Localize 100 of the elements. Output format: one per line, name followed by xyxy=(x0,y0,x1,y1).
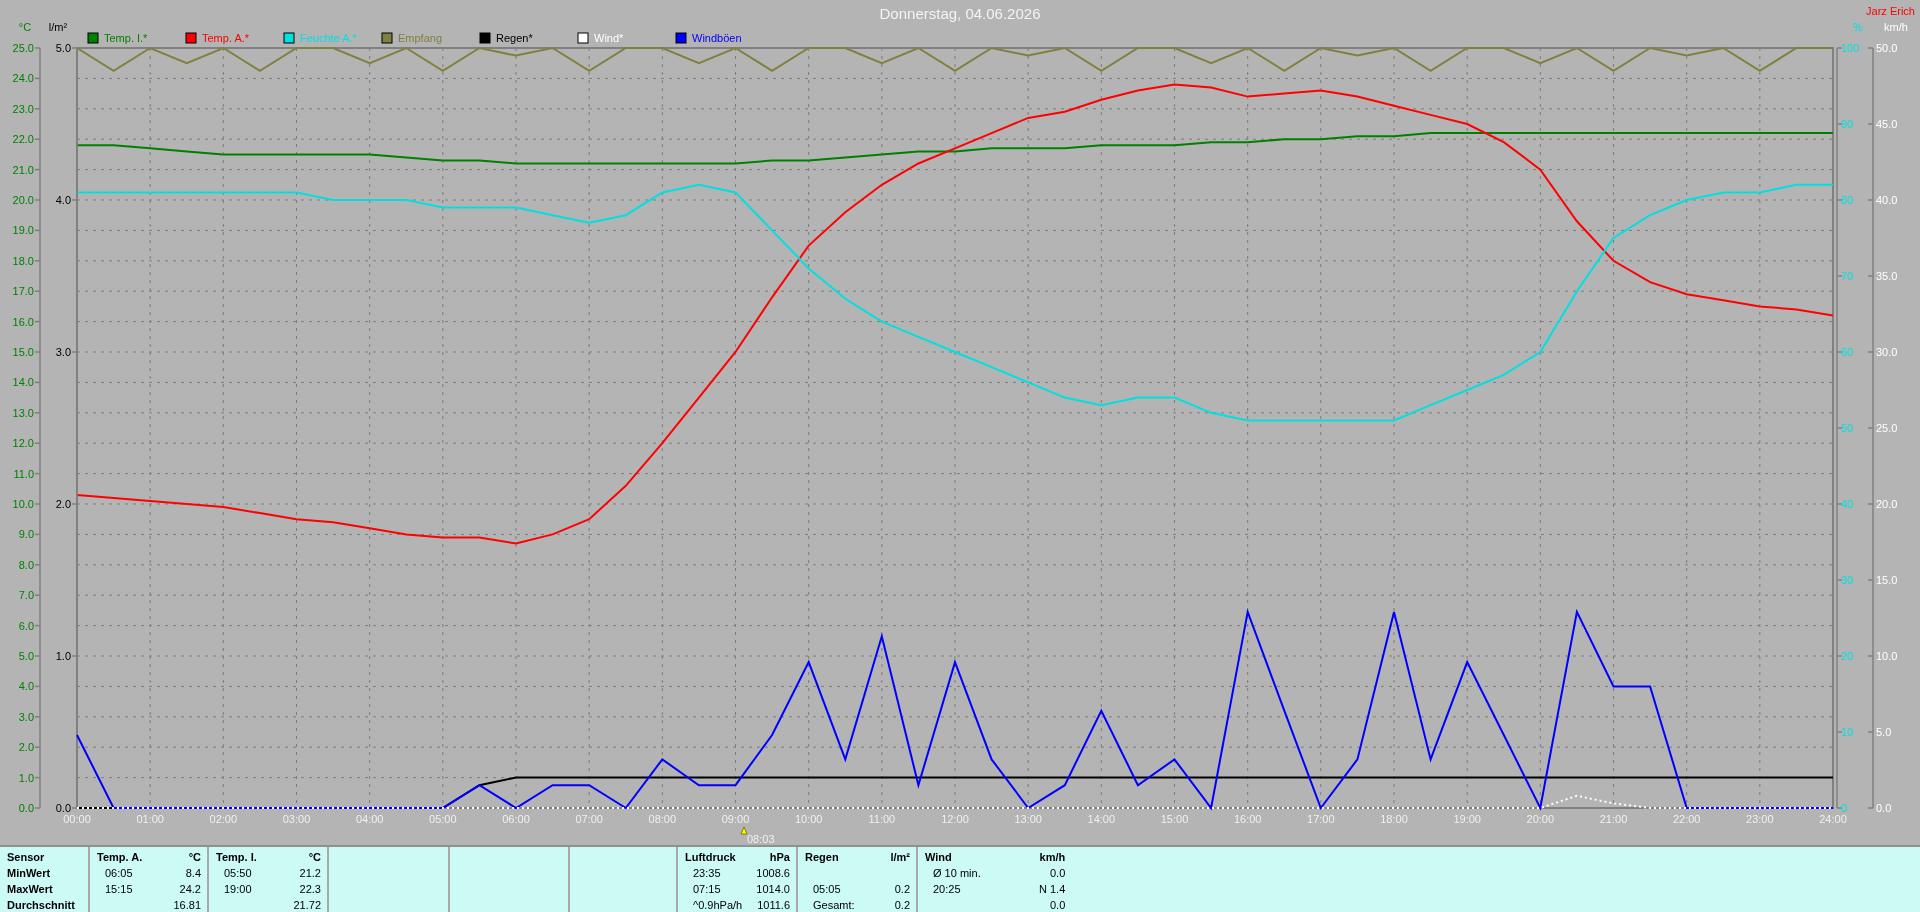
legend-label: Temp. A.* xyxy=(202,32,250,44)
table-cell-text: Ø 10 min. xyxy=(932,867,982,879)
axis-tick-label: 10 xyxy=(1841,726,1854,738)
axis-tick-label: 80 xyxy=(1841,194,1854,206)
author-label: Jarz Erich xyxy=(1866,5,1915,17)
axis-tick-label: 21:00 xyxy=(1599,813,1628,825)
axis-tick-label: 14:00 xyxy=(1087,813,1116,825)
table-header: hPa xyxy=(768,851,790,863)
axis-tick-label: 8.0 xyxy=(18,558,34,571)
table-cell-text: 22.3 xyxy=(298,883,321,895)
table-cell-text: 15:15 xyxy=(104,883,134,895)
marker-icon xyxy=(740,826,748,835)
axis-tick-label: 1.0 xyxy=(18,771,34,784)
table-header: Temp. A. xyxy=(97,851,144,863)
legend-label: Empfang xyxy=(398,32,443,44)
axis-tick-label: 22:00 xyxy=(1672,813,1701,825)
table-header: km/h xyxy=(1039,851,1066,863)
table-cell: 16.81 xyxy=(173,899,201,911)
axis-tick-label: 18:00 xyxy=(1380,813,1408,825)
axis-tick-label: 13.0 xyxy=(12,406,34,419)
axis-tick-label: 11:00 xyxy=(868,813,896,825)
table-cell: 1011.6 xyxy=(756,899,790,911)
axis-tick-label: 0.0 xyxy=(18,802,34,814)
table-header: l/m² xyxy=(890,851,910,863)
axis-tick-label: 14.0 xyxy=(12,376,34,389)
axis-tick-label: 13:00 xyxy=(1014,813,1042,825)
table-cell-text: 0.0 xyxy=(1049,867,1066,879)
axis-unit-label: l/m² xyxy=(48,21,68,33)
axis-tick-label: 2.0 xyxy=(18,741,34,754)
axis-tick-label: 19:00 xyxy=(1453,813,1481,825)
axis-tick-label: 25.0 xyxy=(1876,422,1898,434)
table-header: Sensor xyxy=(7,851,46,863)
axis-tick-label: 5.0 xyxy=(1876,726,1892,738)
axis-tick-label: 02:00 xyxy=(209,813,238,825)
axis-tick-label: 100 xyxy=(1841,42,1860,54)
axis-tick-label: 22.0 xyxy=(12,133,34,146)
table-cell-text: 24.2 xyxy=(178,883,201,895)
axis-tick-label: 16.0 xyxy=(12,315,34,328)
table-cell-text: 23:35 xyxy=(692,867,722,879)
table-cell-text: 05:05 xyxy=(812,883,842,895)
table-header: Wind xyxy=(925,851,953,863)
axis-tick-label: 00:00 xyxy=(63,813,91,825)
axis-tick-label: 15.0 xyxy=(12,346,34,358)
axis-tick-label: 50.0 xyxy=(1876,42,1898,54)
axis-tick-label: 30.0 xyxy=(1876,346,1898,358)
axis-unit-label: °C xyxy=(18,21,32,33)
axis-tick-label: 5.0 xyxy=(55,42,71,54)
axis-tick-label: 05:00 xyxy=(429,813,457,825)
axis-tick-label: 15:00 xyxy=(1160,813,1189,825)
axis-tick-label: 21.0 xyxy=(12,163,34,176)
axis-tick-label: 9.0 xyxy=(18,528,34,541)
table-cell: N 1.4 xyxy=(1039,883,1066,895)
row-label: MinWert xyxy=(7,867,52,879)
axis-tick-label: 45.0 xyxy=(1876,118,1898,130)
table-header: °C xyxy=(307,851,321,863)
table-cell: 1014.0 xyxy=(756,883,790,895)
axis-tick-label: 10.0 xyxy=(12,498,34,510)
axis-tick-label: 20 xyxy=(1841,650,1854,662)
axis-tick-label: 70 xyxy=(1841,270,1854,282)
axis-tick-label: 20.0 xyxy=(12,194,34,206)
axis-tick-label: 24.0 xyxy=(12,72,34,85)
row-label: MaxWert xyxy=(7,883,54,895)
axis-tick-label: 2.0 xyxy=(55,498,71,510)
table-cell-text: Gesamt: xyxy=(812,899,856,911)
table-cell-text: 06:05 xyxy=(104,867,134,879)
row-label: Durchschnitt xyxy=(7,899,76,911)
table-cell-text: 0.0 xyxy=(1049,899,1066,911)
axis-tick-label: 50 xyxy=(1841,422,1854,434)
table-header: °C xyxy=(187,851,201,863)
axis-tick-label: 23:00 xyxy=(1746,813,1774,825)
legend-label: Feuchte A.* xyxy=(300,32,357,44)
axis-tick-label: 3.0 xyxy=(55,346,71,358)
axis-tick-label: 0.0 xyxy=(55,802,71,814)
axis-tick-label: 90 xyxy=(1841,118,1854,130)
axis-tick-label: 5.0 xyxy=(18,650,34,662)
legend-label: Regen* xyxy=(496,32,533,44)
axis-tick-label: 19.0 xyxy=(12,224,34,237)
axis-tick-label: 35.0 xyxy=(1876,270,1898,282)
axis-tick-label: 7.0 xyxy=(18,589,34,602)
chart-title: Donnerstag, 04.06.2026 xyxy=(879,5,1041,22)
axis-tick-label: 6.0 xyxy=(18,619,34,632)
axis-tick-label: 04:00 xyxy=(355,813,384,825)
table-cell-text: 8.4 xyxy=(184,867,201,879)
axis-tick-label: 10.0 xyxy=(1876,650,1898,662)
axis-tick-label: 01:00 xyxy=(136,813,164,825)
axis-tick-label: 12:00 xyxy=(941,813,969,825)
legend-label: Windböen xyxy=(692,32,742,44)
axis-tick-label: 0 xyxy=(1841,802,1848,814)
table-header: Temp. I. xyxy=(216,851,258,863)
table-cell: 1008.6 xyxy=(756,867,790,879)
time-marker-label: 08:03 xyxy=(747,833,775,845)
axis-tick-label: 11.0 xyxy=(13,467,34,480)
axis-tick-label: 4.0 xyxy=(18,680,34,693)
axis-tick-label: 10:00 xyxy=(794,813,823,825)
axis-unit-label: % xyxy=(1853,21,1863,33)
table-cell-text: 07:15 xyxy=(692,883,722,895)
axis-tick-label: 40.0 xyxy=(1876,194,1898,206)
table-cell-text: 20:25 xyxy=(932,883,962,895)
axis-tick-label: 40 xyxy=(1841,498,1854,510)
axis-tick-label: 07:00 xyxy=(575,813,603,825)
